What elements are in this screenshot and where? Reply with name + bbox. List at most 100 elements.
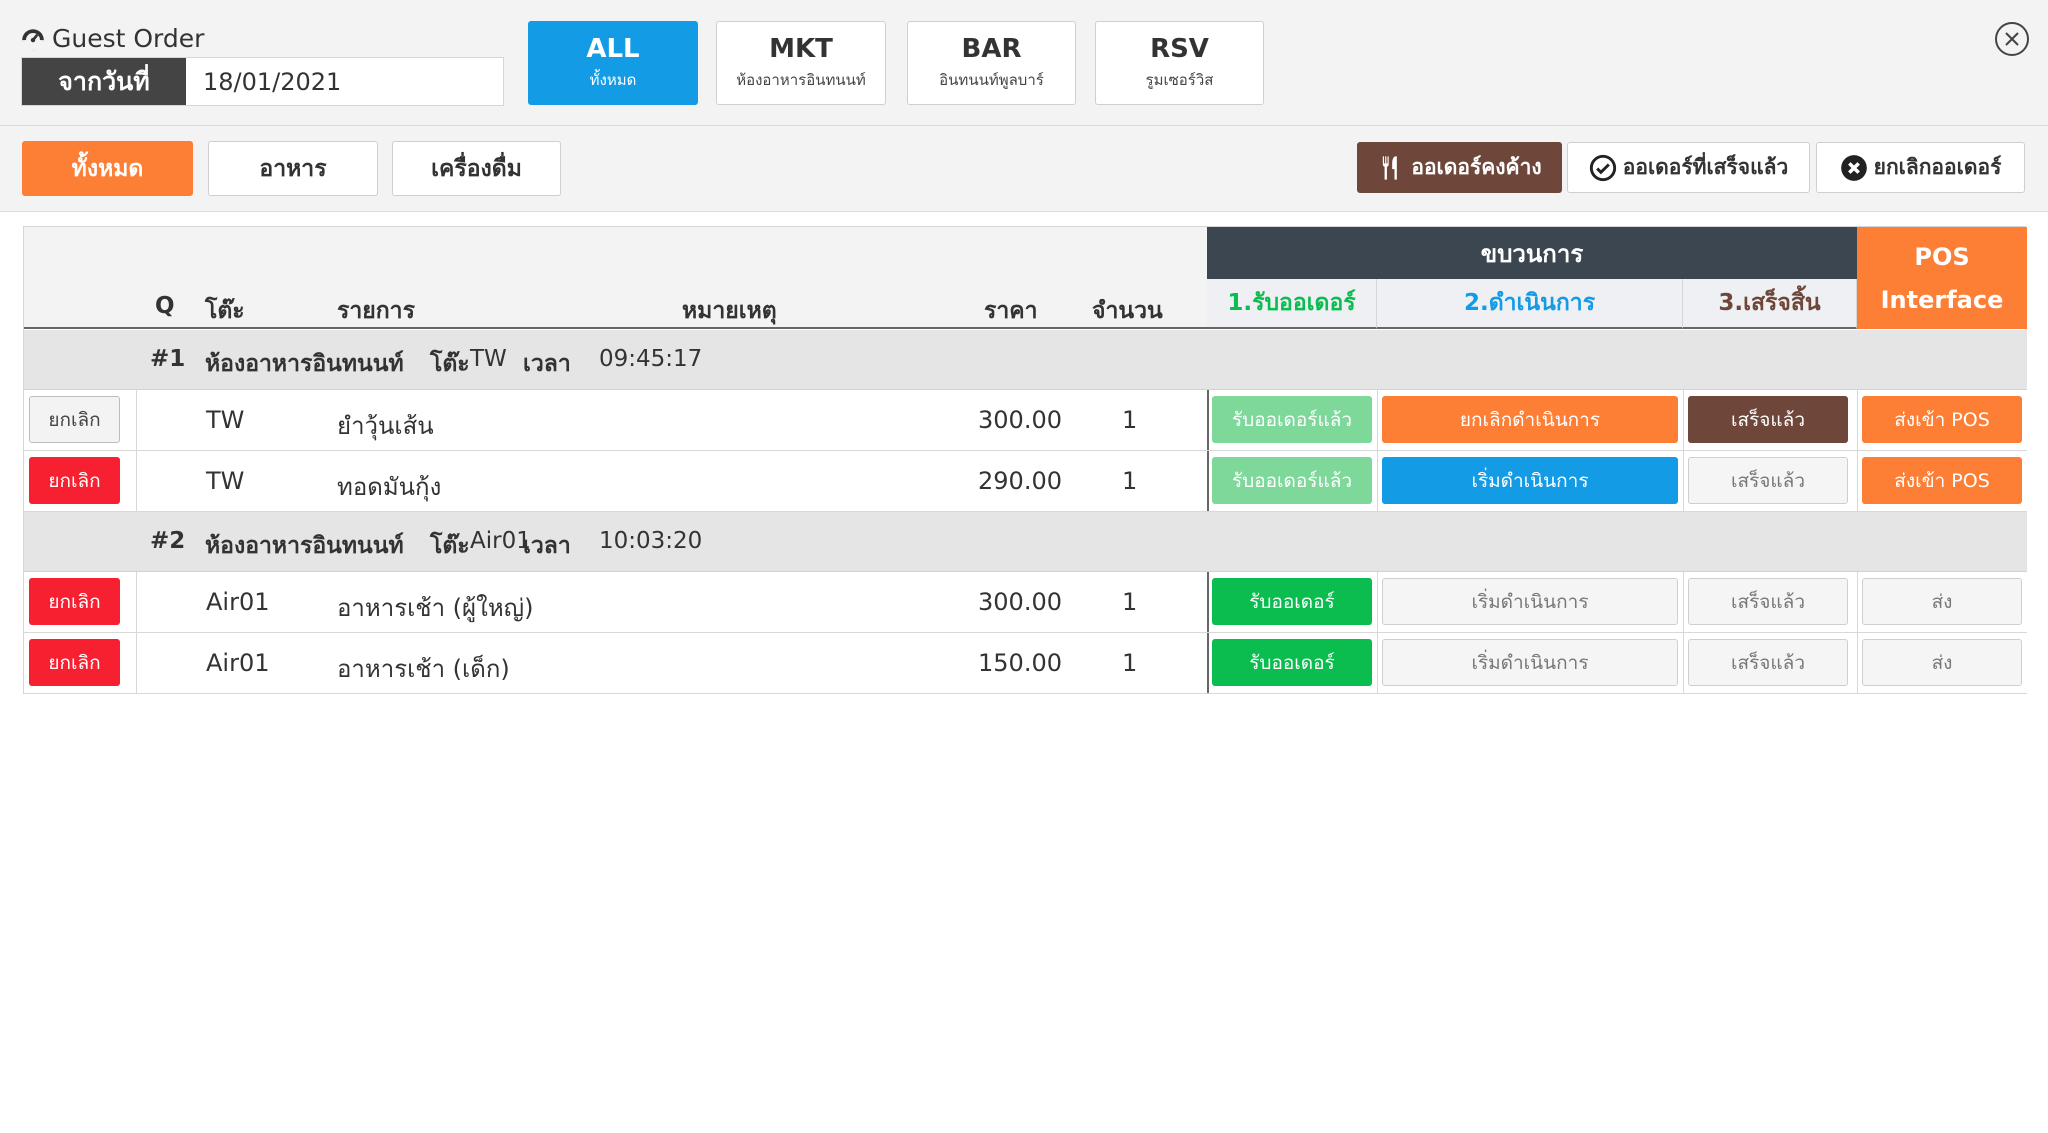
process-header: ขบวนการ (1207, 227, 1857, 279)
item-price: 300.00 (978, 588, 1062, 616)
item-table: TW (206, 467, 245, 495)
cancelled-orders-button[interactable]: ยกเลิกออเดอร์ (1816, 142, 2025, 193)
cancel-item-button[interactable]: ยกเลิก (29, 639, 120, 686)
item-name: ทอดมันกุ้ง (337, 473, 442, 501)
item-name: อาหารเช้า (ผู้ใหญ่) (337, 594, 534, 622)
item-table: TW (206, 406, 245, 434)
process-button[interactable]: เริ่มดำเนินการ (1382, 578, 1678, 625)
group-table: Air01 (470, 528, 531, 554)
date-input[interactable] (186, 58, 503, 105)
item-name: ยำวุ้นเส้น (337, 412, 434, 440)
group-time-label: เวลา (523, 533, 571, 559)
group-table-label: โต๊ะ (430, 351, 470, 377)
done-button[interactable]: เสร็จแล้ว (1688, 578, 1848, 625)
table-row: ยกเลิก Air01 อาหารเช้า (ผู้ใหญ่) 300.00 … (24, 572, 2027, 633)
accept-order-button[interactable]: รับออเดอร์แล้ว (1212, 396, 1372, 443)
group-time: 09:45:17 (599, 346, 703, 372)
orders-table: Q โต๊ะ รายการ หมายเหตุ ราคา จำนวน ขบวนกา… (23, 226, 2027, 694)
pos-header-line1: POS (1914, 242, 1970, 271)
col-header-price: ราคา (984, 298, 1038, 324)
accept-order-button[interactable]: รับออเดอร์ (1212, 578, 1372, 625)
cancel-item-button[interactable]: ยกเลิก (29, 578, 120, 625)
item-qty: 1 (1122, 649, 1138, 677)
group-table-label: โต๊ะ (430, 533, 470, 559)
table-row: ยกเลิก Air01 อาหารเช้า (เด็ก) 150.00 1 ร… (24, 633, 2027, 694)
outlet-name: ห้องอาหารอินทนนท์ (736, 71, 866, 89)
process-button[interactable]: เริ่มดำเนินการ (1382, 457, 1678, 504)
table-header: Q โต๊ะ รายการ หมายเหตุ ราคา จำนวน (24, 227, 1207, 329)
close-icon (2005, 32, 2019, 46)
check-circle-icon (1589, 154, 1616, 181)
outlet-code: RSV (1150, 34, 1209, 64)
pending-orders-label: ออเดอร์คงค้าง (1411, 155, 1542, 179)
date-filter: จากวันที่ (21, 57, 504, 106)
order-group-header: #2 ห้องอาหารอินทนนท์ โต๊ะ Air01 เวลา 10:… (24, 512, 2027, 572)
order-group-header: #1 ห้องอาหารอินทนนท์ โต๊ะ TW เวลา 09:45:… (24, 330, 2027, 390)
group-time-label: เวลา (523, 351, 571, 377)
item-qty: 1 (1122, 588, 1138, 616)
send-pos-button[interactable]: ส่ง (1862, 639, 2022, 686)
pos-header-line2: Interface (1880, 285, 2004, 314)
pos-interface-header: POS Interface (1857, 227, 2027, 329)
outlet-code: MKT (769, 34, 833, 64)
col-header-item: รายการ (337, 298, 415, 324)
item-name: อาหารเช้า (เด็ก) (337, 655, 510, 683)
table-row: ยกเลิก TW ยำวุ้นเส้น 300.00 1 รับออเดอร์… (24, 390, 2027, 451)
item-qty: 1 (1122, 406, 1138, 434)
outlet-name: ทั้งหมด (589, 71, 637, 89)
group-queue: #1 (150, 346, 186, 372)
cancel-item-button[interactable]: ยกเลิก (29, 396, 120, 443)
process-button[interactable]: เริ่มดำเนินการ (1382, 639, 1678, 686)
cancel-circle-icon (1840, 154, 1867, 181)
outlet-tab-rsv[interactable]: RSV รูมเซอร์วิส (1095, 21, 1264, 105)
category-drink-button[interactable]: เครื่องดื่ม (392, 141, 561, 196)
category-food-button[interactable]: อาหาร (208, 141, 378, 196)
cancelled-orders-label: ยกเลิกออเดอร์ (1873, 155, 2002, 179)
item-qty: 1 (1122, 467, 1138, 495)
process-button[interactable]: ยกเลิกดำเนินการ (1382, 396, 1678, 443)
done-button[interactable]: เสร็จแล้ว (1688, 639, 1848, 686)
date-label: จากวันที่ (22, 58, 186, 105)
send-pos-button[interactable]: ส่งเข้า POS (1862, 457, 2022, 504)
outlet-name: อินทนนท์พูลบาร์ (939, 71, 1044, 89)
outlet-tab-all[interactable]: ALL ทั้งหมด (528, 21, 698, 105)
group-outlet: ห้องอาหารอินทนนท์ (205, 533, 404, 559)
app-title: Guest Order (20, 24, 204, 53)
outlet-name: รูมเซอร์วิส (1145, 71, 1214, 89)
send-pos-button[interactable]: ส่งเข้า POS (1862, 396, 2022, 443)
outlet-tab-mkt[interactable]: MKT ห้องอาหารอินทนนท์ (716, 21, 886, 105)
outlet-tab-bar[interactable]: BAR อินทนนท์พูลบาร์ (907, 21, 1076, 105)
pending-orders-button[interactable]: ออเดอร์คงค้าง (1357, 142, 1562, 193)
close-button[interactable] (1995, 22, 2029, 56)
group-time: 10:03:20 (599, 528, 703, 554)
cancel-item-button[interactable]: ยกเลิก (29, 457, 120, 504)
item-price: 150.00 (978, 649, 1062, 677)
header: Guest Order จากวันที่ ALL ทั้งหมด MKT ห้… (0, 0, 2048, 126)
col-header-note: หมายเหตุ (682, 298, 777, 324)
outlet-code: BAR (961, 34, 1022, 64)
outlet-code: ALL (586, 34, 640, 64)
completed-orders-label: ออเดอร์ที่เสร็จแล้ว (1622, 155, 1789, 179)
col-header-q: Q (155, 293, 175, 319)
step2-header: 2.ดำเนินการ (1377, 279, 1683, 329)
table-row: ยกเลิก TW ทอดมันกุ้ง 290.00 1 รับออเดอร์… (24, 451, 2027, 512)
group-queue: #2 (150, 528, 186, 554)
done-button[interactable]: เสร็จแล้ว (1688, 396, 1848, 443)
item-table: Air01 (206, 588, 270, 616)
col-header-qty: จำนวน (1092, 298, 1163, 324)
category-all-button[interactable]: ทั้งหมด (22, 141, 193, 196)
utensils-icon (1383, 155, 1398, 180)
item-price: 290.00 (978, 467, 1062, 495)
accept-order-button[interactable]: รับออเดอร์แล้ว (1212, 457, 1372, 504)
accept-order-button[interactable]: รับออเดอร์ (1212, 639, 1372, 686)
col-header-table: โต๊ะ (205, 298, 245, 324)
step3-header: 3.เสร็จสิ้น (1683, 279, 1857, 329)
completed-orders-button[interactable]: ออเดอร์ที่เสร็จแล้ว (1567, 142, 1810, 193)
item-price: 300.00 (978, 406, 1062, 434)
send-pos-button[interactable]: ส่ง (1862, 578, 2022, 625)
group-outlet: ห้องอาหารอินทนนท์ (205, 351, 404, 377)
done-button[interactable]: เสร็จแล้ว (1688, 457, 1848, 504)
filter-bar: ทั้งหมด อาหาร เครื่องดื่ม ออเดอร์คงค้าง … (0, 126, 2048, 212)
step1-header: 1.รับออเดอร์ (1207, 279, 1377, 329)
group-table: TW (470, 346, 507, 372)
